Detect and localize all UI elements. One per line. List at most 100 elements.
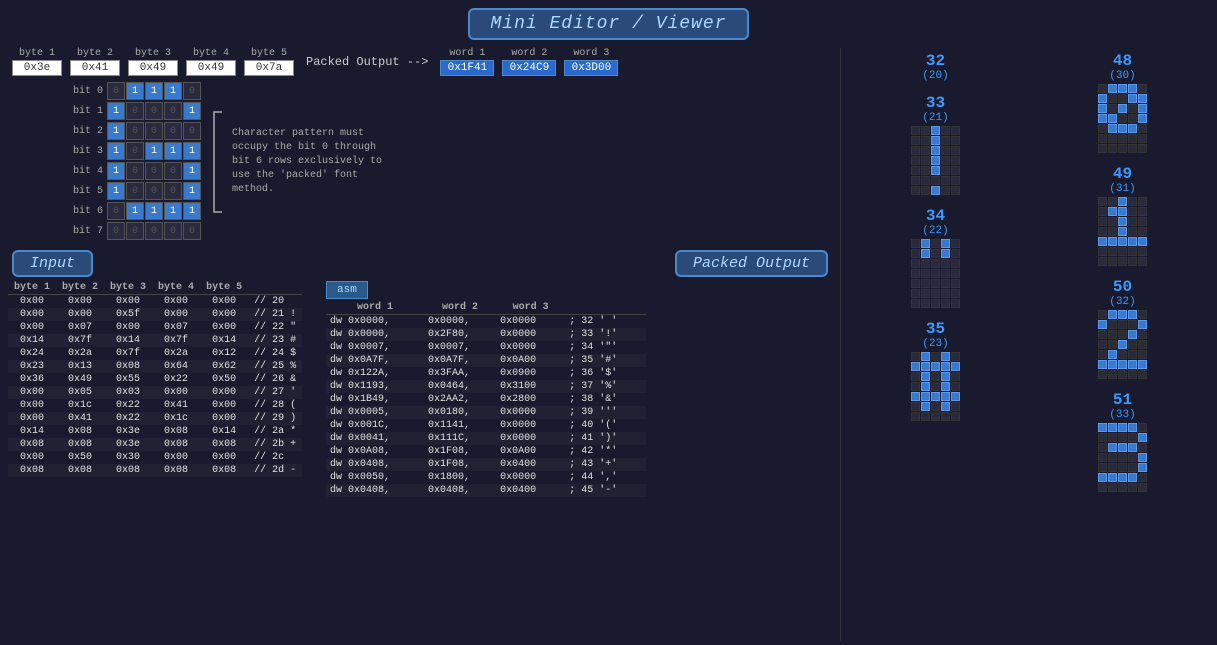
bit-cell[interactable]: 1 <box>107 102 125 120</box>
bit-cell[interactable]: 0 <box>126 162 144 180</box>
bit-cell[interactable]: 1 <box>183 182 201 200</box>
bit-cell[interactable]: 1 <box>107 182 125 200</box>
bit-cell[interactable]: 0 <box>164 162 182 180</box>
table-row: dw 0x1B49,0x2AA2,0x2800; 38 '&' <box>326 393 646 406</box>
bit-cell[interactable]: 0 <box>164 122 182 140</box>
bit-cell[interactable]: 0 <box>183 122 201 140</box>
table-row: dw 0x0A08,0x1F08,0x0A00; 42 '*' <box>326 445 646 458</box>
bit-cell[interactable]: 1 <box>164 82 182 100</box>
table-row: 0x000x070x000x070x00// 22 " <box>8 321 302 334</box>
char-pixel <box>1108 84 1117 93</box>
char-pixel <box>941 176 950 185</box>
char-pixel <box>1118 114 1127 123</box>
bit-cell[interactable]: 1 <box>107 142 125 160</box>
char-pixel <box>1098 473 1107 482</box>
bit-cell[interactable]: 1 <box>183 142 201 160</box>
bit-cell[interactable]: 1 <box>126 82 144 100</box>
table-cell: 0x23 <box>8 360 56 373</box>
char-pixel <box>1108 320 1117 329</box>
table-cell: // 27 ' <box>248 386 302 399</box>
char-pixel <box>941 362 950 371</box>
table-cell: 0x08 <box>152 464 200 477</box>
bit-cell[interactable]: 0 <box>145 162 163 180</box>
char-pixel <box>1108 433 1117 442</box>
char-pixel <box>1138 350 1147 359</box>
bit-cell[interactable]: 0 <box>107 82 125 100</box>
bit-cell[interactable]: 0 <box>164 102 182 120</box>
char-pixel-grid <box>1098 84 1147 153</box>
char-sub-number: (30) <box>1109 70 1135 82</box>
bit-cell[interactable]: 1 <box>164 202 182 220</box>
table-row: 0x360x490x550x220x50// 26 & <box>8 373 302 386</box>
bit-cell[interactable]: 1 <box>164 142 182 160</box>
word2-col: word 2 0x24C9 <box>498 48 560 76</box>
char-pixel <box>1138 227 1147 236</box>
bit-cell[interactable]: 0 <box>145 222 163 240</box>
bit-cell[interactable]: 0 <box>145 182 163 200</box>
bit-cell[interactable]: 1 <box>107 162 125 180</box>
bit-cell[interactable]: 0 <box>126 102 144 120</box>
output-table-cell: 0x1141, <box>424 419 496 432</box>
bit-cell[interactable]: 0 <box>126 222 144 240</box>
table-cell: 0x00 <box>8 308 56 321</box>
bit-cell[interactable]: 0 <box>126 122 144 140</box>
bit-cell[interactable]: 1 <box>183 162 201 180</box>
byte2-value: 0x41 <box>70 60 120 76</box>
bit-cell[interactable]: 1 <box>145 142 163 160</box>
bit-cell[interactable]: 1 <box>126 202 144 220</box>
char-pixel <box>921 372 930 381</box>
table-cell: // 2b + <box>248 438 302 451</box>
char-pixel <box>921 402 930 411</box>
bit-cell[interactable]: 0 <box>145 102 163 120</box>
bit-cell[interactable]: 0 <box>107 202 125 220</box>
table-row: 0x000x1c0x220x410x00// 28 ( <box>8 399 302 412</box>
bit-cell[interactable]: 0 <box>164 222 182 240</box>
char-pixel <box>941 126 950 135</box>
table-row: dw 0x0000,0x0000,0x0000; 32 ' ' <box>326 315 646 329</box>
bit-cell[interactable]: 0 <box>145 122 163 140</box>
char-pixel <box>1108 247 1117 256</box>
char-pixel <box>1118 463 1127 472</box>
bit-cell[interactable]: 0 <box>183 222 201 240</box>
asm-tab[interactable]: asm <box>326 281 368 299</box>
char-pixel <box>1098 463 1107 472</box>
bit-row-label: bit 1 <box>68 106 103 117</box>
table-cell: 0x50 <box>200 373 248 386</box>
char-pixel <box>1108 473 1117 482</box>
char-pixel <box>931 186 940 195</box>
bit-row-label: bit 3 <box>68 146 103 157</box>
char-pixel <box>911 249 920 258</box>
bit-cell[interactable]: 0 <box>126 142 144 160</box>
bit-cell[interactable]: 0 <box>107 222 125 240</box>
char-pixel <box>1128 144 1137 153</box>
char-number: 35 <box>926 320 945 338</box>
char-pixel <box>1098 423 1107 432</box>
bit-cell[interactable]: 1 <box>107 122 125 140</box>
char-pixel <box>911 259 920 268</box>
char-pixel <box>1108 94 1117 103</box>
bit-cell[interactable]: 1 <box>183 102 201 120</box>
bit-cell[interactable]: 1 <box>145 82 163 100</box>
char-pixel <box>911 392 920 401</box>
table-cell: 0x13 <box>56 360 104 373</box>
bit-row-bit-1: bit 110001 <box>68 102 202 120</box>
char-pixel <box>931 259 940 268</box>
bit-cell[interactable]: 1 <box>145 202 163 220</box>
char-number: 34 <box>926 207 945 225</box>
char-pixel <box>931 239 940 248</box>
char-pixel <box>1128 483 1137 492</box>
bit-cell[interactable]: 1 <box>183 202 201 220</box>
table-cell: 0x41 <box>56 412 104 425</box>
char-pixel <box>941 259 950 268</box>
char-pixel <box>941 136 950 145</box>
table-cell: 0x00 <box>200 451 248 464</box>
bit-cell[interactable]: 0 <box>126 182 144 200</box>
table-cell: 0x00 <box>200 386 248 399</box>
bit-cell[interactable]: 0 <box>164 182 182 200</box>
char-pixel <box>921 269 930 278</box>
char-pixel <box>1118 94 1127 103</box>
byte5-value: 0x7a <box>244 60 294 76</box>
table-cell: 0x00 <box>8 386 56 399</box>
table-row: 0x080x080x3e0x080x08// 2b + <box>8 438 302 451</box>
bit-cell[interactable]: 0 <box>183 82 201 100</box>
